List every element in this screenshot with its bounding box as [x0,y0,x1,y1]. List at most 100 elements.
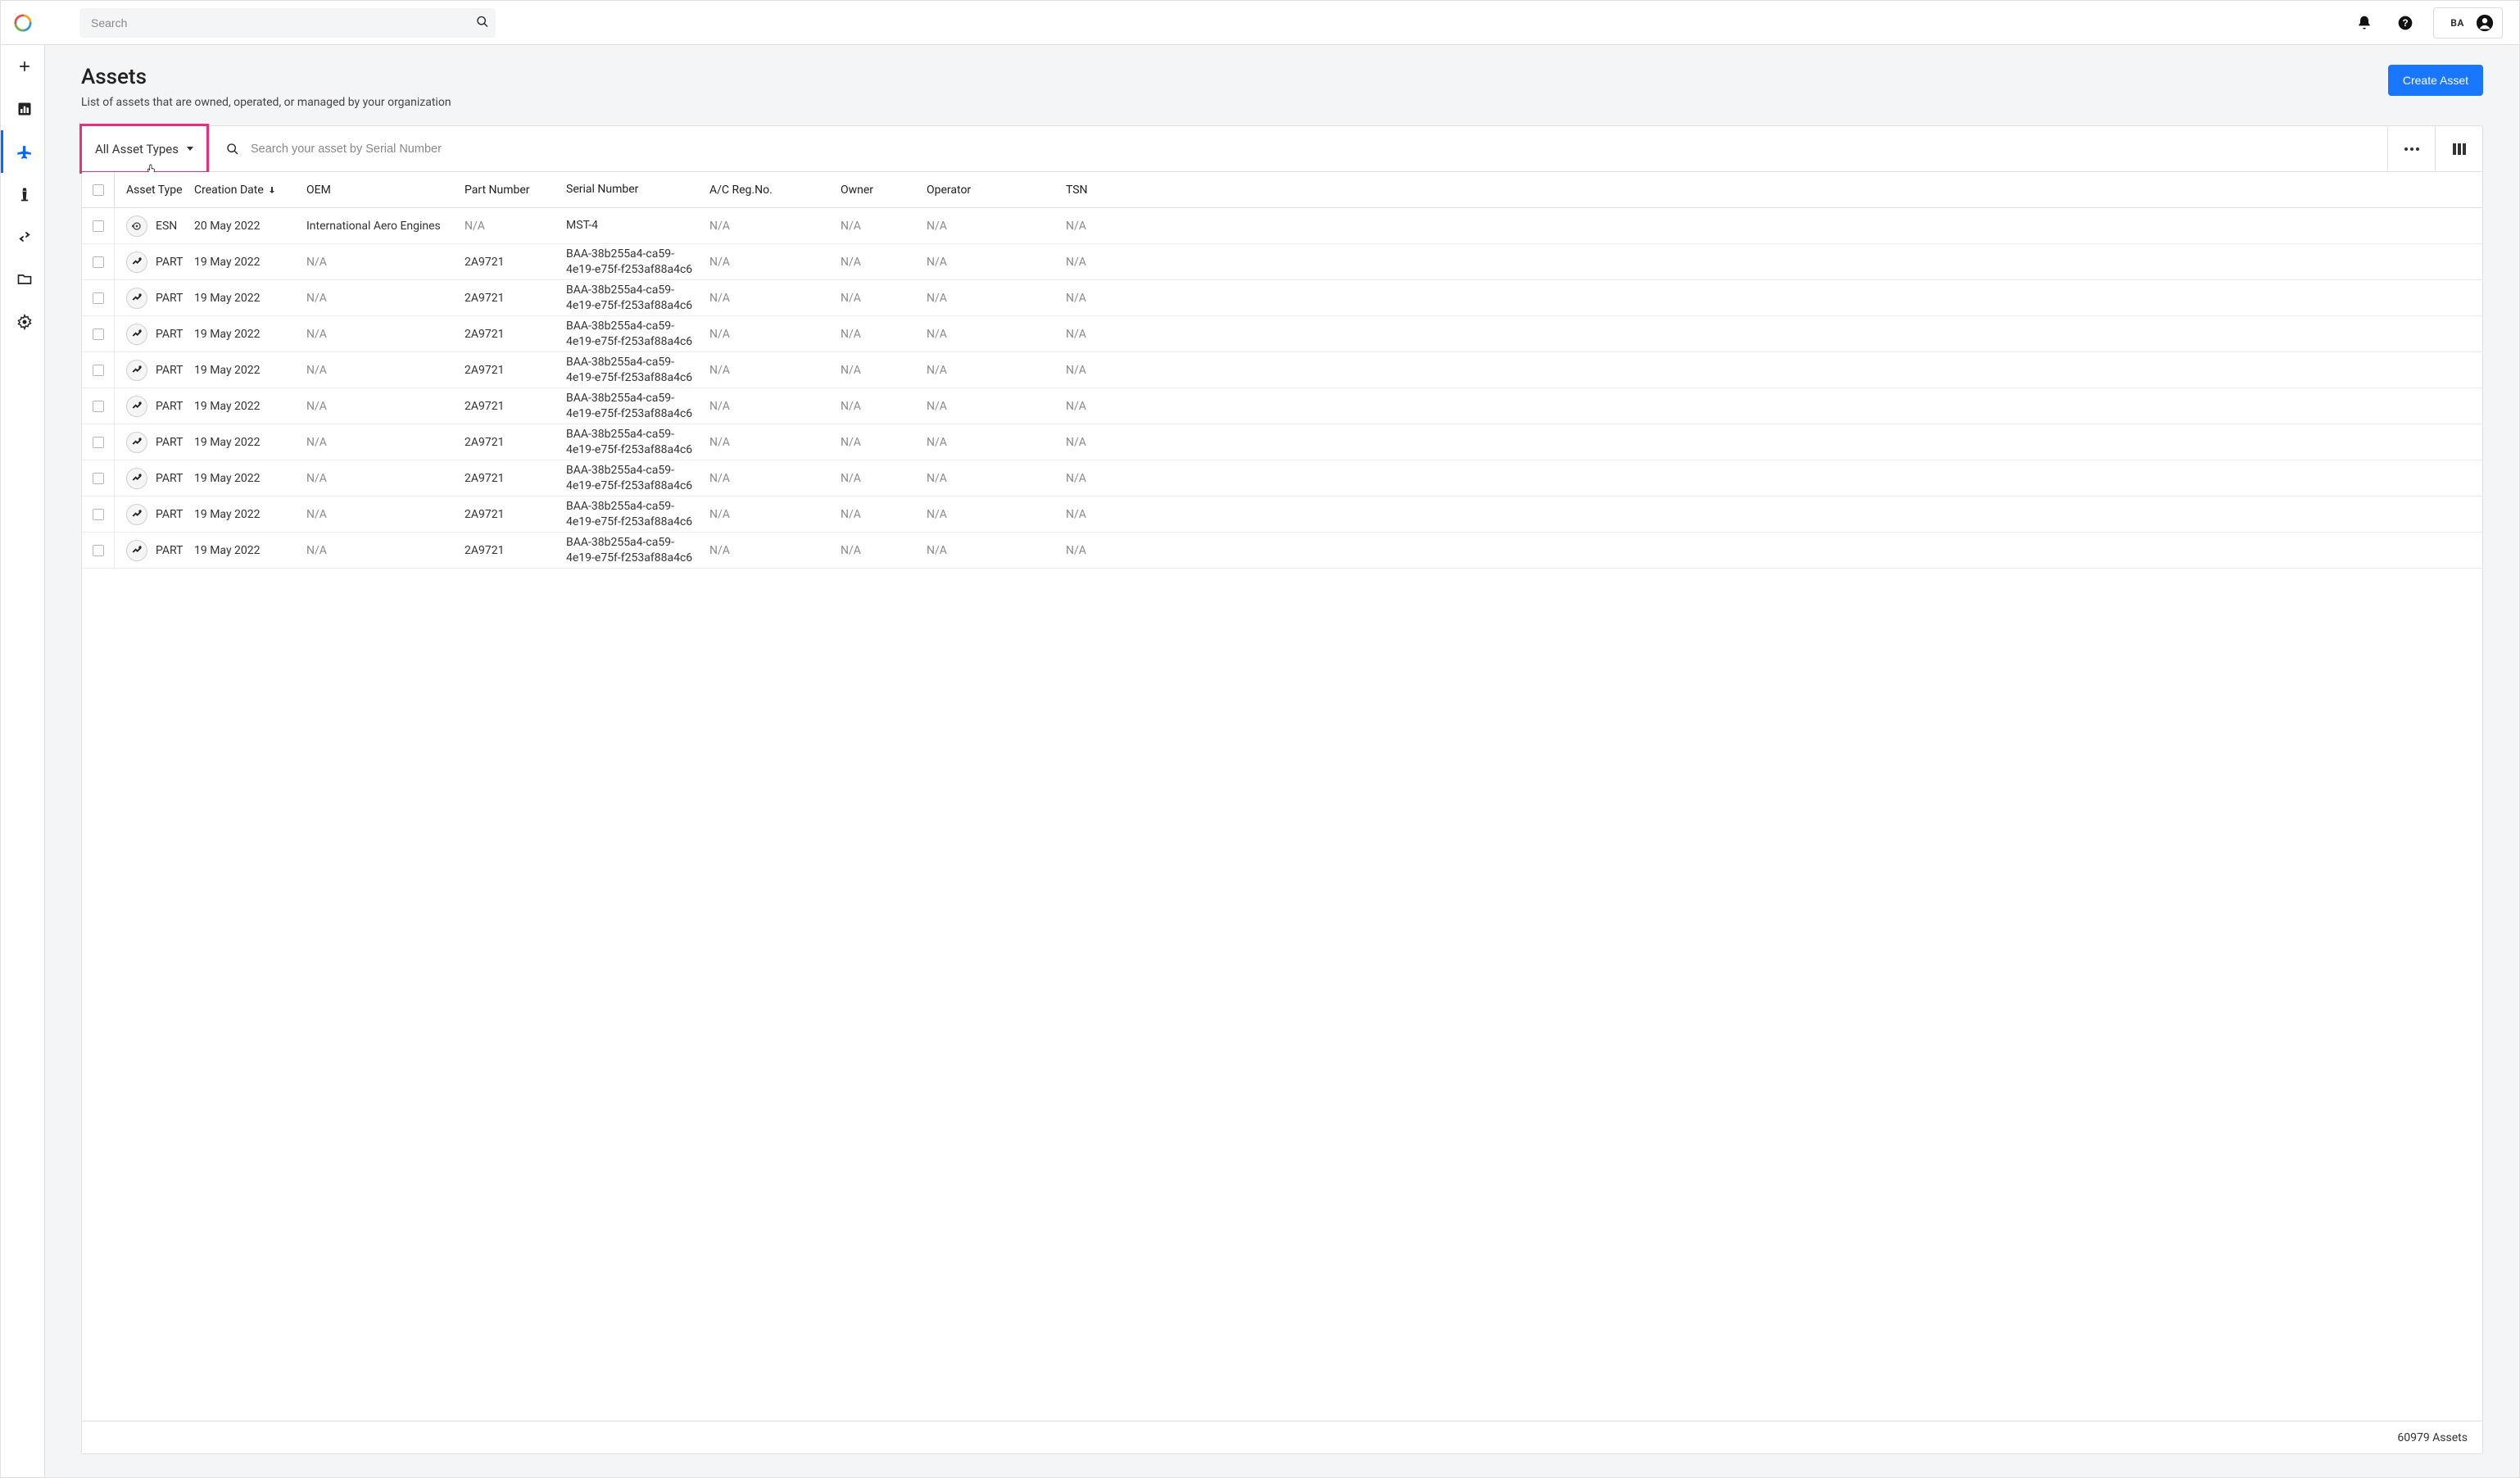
part-icon [126,540,147,561]
top-header: ? BA [1,1,2519,45]
table-row[interactable]: PART19 May 2022N/A2A9721BAA-38b255a4-ca5… [82,460,2482,496]
assets-panel: All Asset Types [81,125,2483,1454]
row-checkbox[interactable] [82,496,115,532]
col-creation-date-label: Creation Date [194,184,264,197]
assets-table: Asset Type Creation Date OEM Part Number… [82,172,2482,1421]
help-button[interactable]: ? [2392,10,2418,36]
table-row[interactable]: PART19 May 2022N/A2A9721BAA-38b255a4-ca5… [82,244,2482,280]
cell-asset-type: PART [115,504,194,525]
user-menu[interactable]: BA [2433,7,2503,39]
notifications-button[interactable] [2351,10,2377,36]
nav-tower[interactable] [1,173,45,215]
cell-asset-type: PART [115,324,194,345]
col-ac-reg-no[interactable]: A/C Reg.No. [709,184,841,197]
filter-label: All Asset Types [95,142,179,156]
row-checkbox[interactable] [82,533,115,568]
part-icon [126,396,147,417]
chevron-down-icon [187,147,193,151]
columns-icon [2452,143,2467,156]
gear-icon [16,314,33,330]
part-icon [126,324,147,345]
row-checkbox[interactable] [82,280,115,315]
cell-asset-type: PART [115,468,194,489]
col-operator[interactable]: Operator [927,184,1066,197]
nav-transfer[interactable] [1,215,45,258]
table-row[interactable]: PART19 May 2022N/A2A9721BAA-38b255a4-ca5… [82,316,2482,352]
folder-icon [16,271,33,288]
cell-asset-type: ESN [115,215,194,237]
user-avatar-icon [2476,14,2494,32]
col-serial-number[interactable]: Serial Number [566,182,709,197]
nav-add[interactable] [1,45,45,88]
table-row[interactable]: PART19 May 2022N/A2A9721BAA-38b255a4-ca5… [82,424,2482,460]
col-creation-date[interactable]: Creation Date [194,184,306,197]
global-search [79,8,496,38]
columns-button[interactable] [2435,126,2482,171]
part-icon [126,432,147,453]
nav-assets[interactable] [1,130,45,173]
cell-asset-type: PART [115,360,194,381]
row-checkbox[interactable] [82,244,115,279]
table-footer: 60979 Assets [82,1421,2482,1453]
cell-asset-type: PART [115,288,194,309]
tower-icon [16,186,33,202]
nav-dashboard[interactable] [1,88,45,130]
logo-icon [14,14,32,32]
col-owner[interactable]: Owner [841,184,927,197]
row-checkbox[interactable] [82,460,115,496]
asset-search-input[interactable] [251,143,2371,156]
plane-icon [16,143,33,160]
global-search-input[interactable] [79,8,496,38]
asset-search [209,126,2387,171]
select-all[interactable] [82,172,115,207]
search-icon [476,15,489,28]
chart-icon [16,101,33,117]
global-search-button[interactable] [476,15,489,30]
page-title: Assets [81,65,451,89]
col-oem[interactable]: OEM [306,184,465,197]
main-content: Assets List of assets that are owned, op… [45,45,2519,1477]
cell-asset-type: PART [115,396,194,417]
row-checkbox[interactable] [82,208,115,243]
cell-asset-type: PART [115,432,194,453]
part-icon [126,288,147,309]
sort-desc-icon [267,185,277,195]
asset-type-filter[interactable]: All Asset Types [79,124,209,174]
col-tsn[interactable]: TSN [1066,184,1125,197]
create-asset-button[interactable]: Create Asset [2388,65,2483,96]
page-subtitle: List of assets that are owned, operated,… [81,96,451,109]
plus-icon [16,58,33,75]
col-part-number[interactable]: Part Number [465,184,566,197]
engine-icon [126,215,147,237]
col-asset-type[interactable]: Asset Type [115,184,194,197]
part-icon [126,360,147,381]
table-row[interactable]: PART19 May 2022N/A2A9721BAA-38b255a4-ca5… [82,280,2482,316]
more-actions-button[interactable] [2387,126,2435,171]
row-checkbox[interactable] [82,424,115,460]
row-checkbox[interactable] [82,352,115,388]
part-icon [126,252,147,273]
row-checkbox[interactable] [82,388,115,424]
table-header: Asset Type Creation Date OEM Part Number… [82,172,2482,208]
side-nav [1,45,45,1477]
table-row[interactable]: PART19 May 2022N/A2A9721BAA-38b255a4-ca5… [82,352,2482,388]
bell-icon [2356,15,2373,31]
user-initials: BA [2450,17,2464,29]
app-logo[interactable] [1,1,45,45]
table-row[interactable]: PART19 May 2022N/A2A9721BAA-38b255a4-ca5… [82,496,2482,533]
part-icon [126,504,147,525]
part-icon [126,468,147,489]
help-icon: ? [2397,15,2413,31]
table-row[interactable]: PART19 May 2022N/A2A9721BAA-38b255a4-ca5… [82,533,2482,569]
table-row[interactable]: PART19 May 2022N/A2A9721BAA-38b255a4-ca5… [82,388,2482,424]
nav-settings[interactable] [1,301,45,343]
nav-folder[interactable] [1,258,45,301]
cell-asset-type: PART [115,252,194,273]
ellipsis-icon [2404,147,2420,152]
table-row[interactable]: ESN20 May 2022International Aero Engines… [82,208,2482,244]
asset-count: 60979 Assets [2397,1431,2468,1444]
search-icon [226,143,239,156]
cell-asset-type: PART [115,540,194,561]
transfer-icon [16,229,33,245]
row-checkbox[interactable] [82,316,115,351]
